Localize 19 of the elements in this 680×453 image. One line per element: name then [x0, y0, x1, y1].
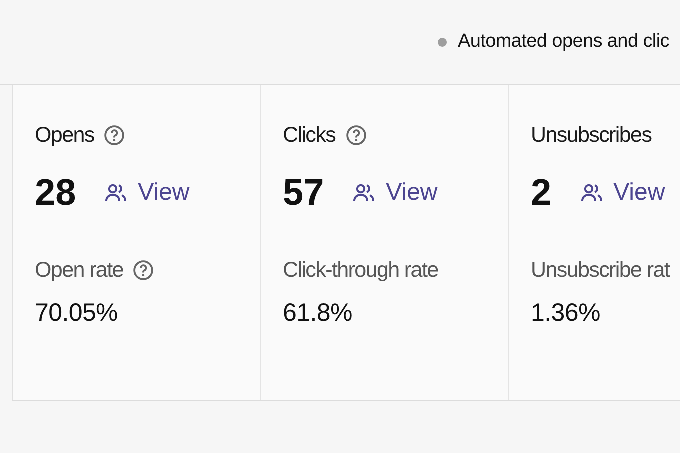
rate-label: Click-through rate: [283, 258, 438, 282]
metric-value: 28: [35, 172, 76, 214]
view-link[interactable]: View: [352, 179, 438, 207]
view-link[interactable]: View: [580, 179, 666, 207]
rate-value: 1.36%: [531, 299, 600, 328]
metric-value: 57: [283, 172, 324, 214]
metric-label: Clicks: [283, 122, 336, 148]
rate-label: Unsubscribe rat: [531, 258, 670, 282]
metric-value: 2: [531, 172, 552, 214]
legend-label: Automated opens and clic: [458, 31, 670, 53]
help-icon[interactable]: [104, 124, 126, 146]
rate-value: 61.8%: [283, 299, 352, 328]
metric-label: Unsubscribes: [531, 122, 652, 148]
view-link[interactable]: View: [104, 179, 190, 207]
rate-label: Open rate: [35, 258, 124, 282]
rate-value: 70.05%: [35, 299, 118, 328]
help-icon[interactable]: [346, 124, 367, 146]
help-icon[interactable]: [133, 260, 154, 280]
metric-label: Opens: [35, 122, 94, 148]
